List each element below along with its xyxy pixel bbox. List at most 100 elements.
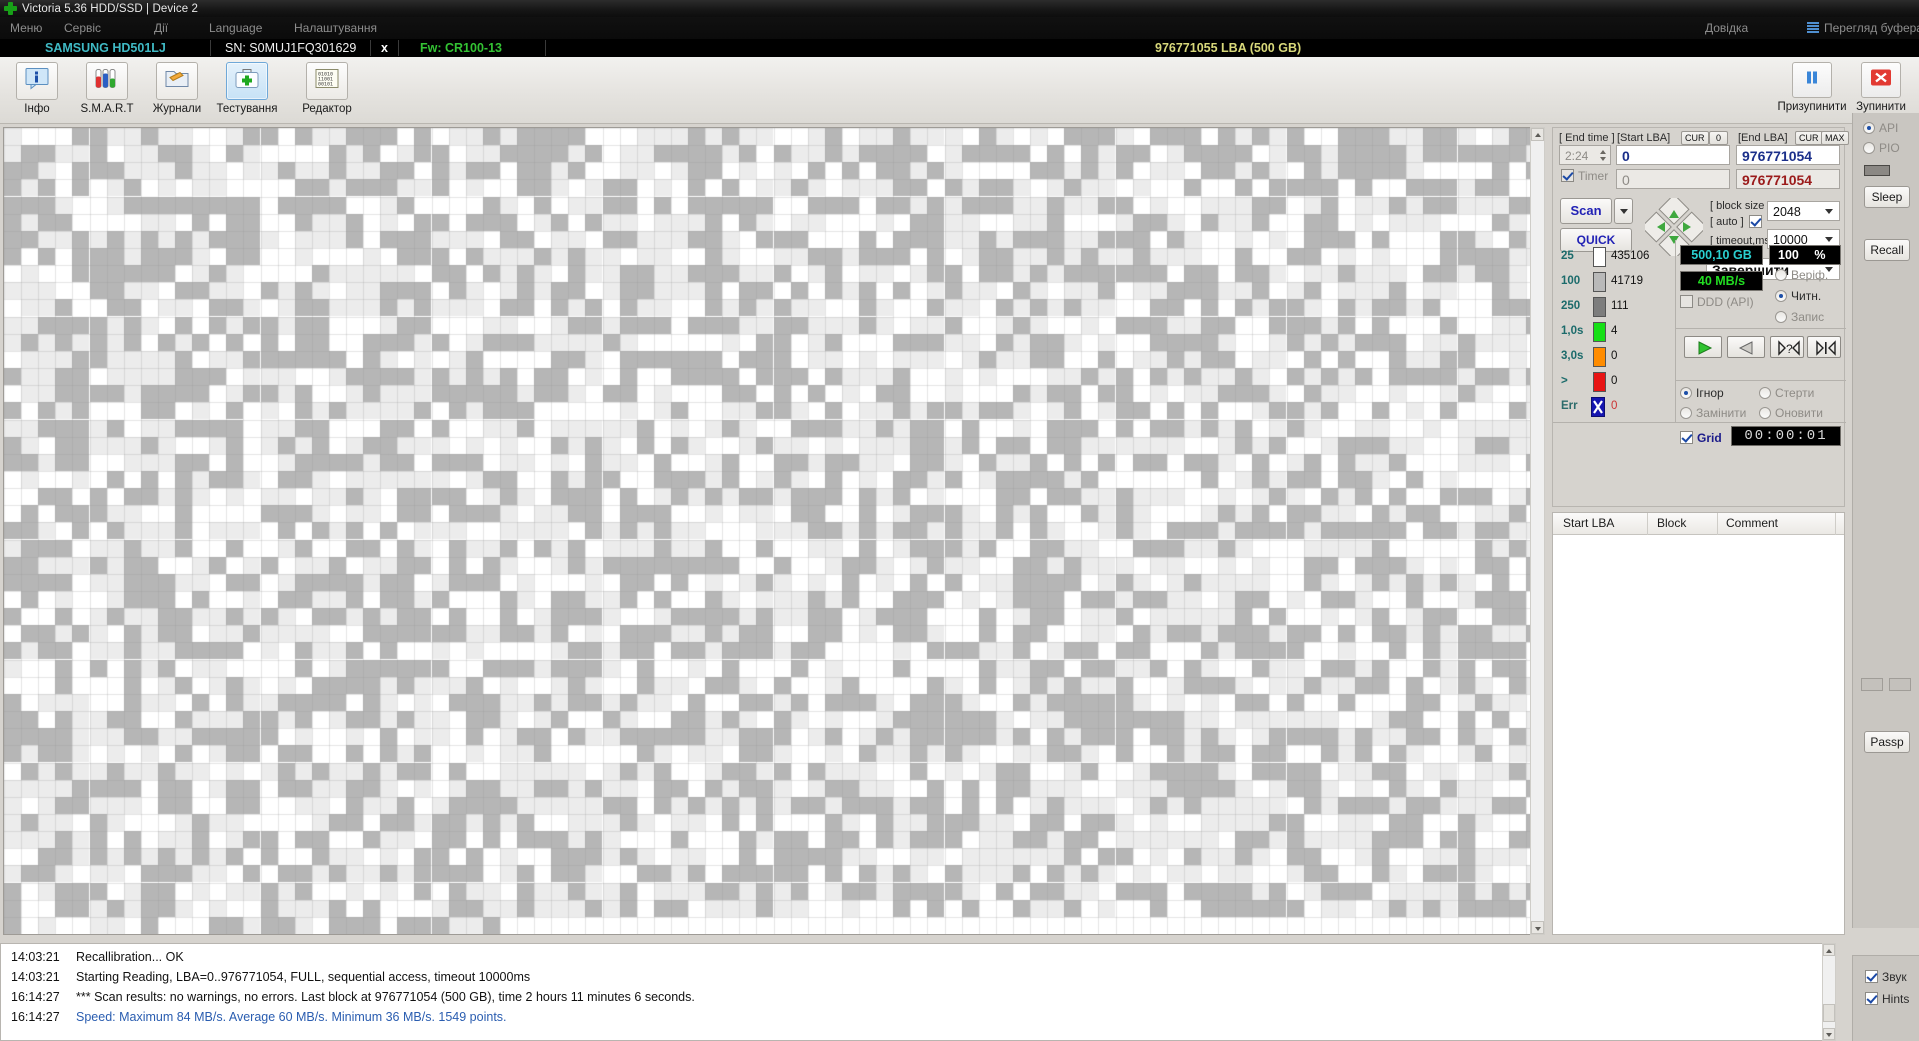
defect-radio-remap[interactable]: Замінити	[1680, 406, 1746, 421]
mode-label-write: Запис	[1791, 310, 1825, 324]
interface-radio-api[interactable]: API	[1863, 121, 1898, 136]
toolbar-button-smart[interactable]: S.M.A.R.T	[70, 62, 144, 115]
legend-row: 100 41719	[1561, 270, 1671, 295]
column-header-comment[interactable]: Comment	[1726, 516, 1778, 530]
ddd-api-checkbox[interactable]: DDD (API)	[1680, 295, 1754, 309]
grid-checkbox[interactable]: Grid	[1680, 431, 1722, 445]
hex-editor-icon: 01010 11001 00101	[314, 68, 340, 95]
hints-checkbox[interactable]: Hints	[1865, 992, 1909, 1006]
legend-threshold: 3,0s	[1561, 350, 1584, 362]
start-lba-cur-button[interactable]: CUR	[1681, 131, 1709, 145]
start-lba-zero-button[interactable]: 0	[1709, 131, 1729, 145]
log-panel[interactable]: 14:03:21 Recallibration... OK 14:03:21 S…	[0, 943, 1836, 1041]
menu-item-language[interactable]: Language	[205, 20, 266, 36]
defect-radio-erase[interactable]: Стерти	[1759, 386, 1814, 401]
menu-item-buffer-view[interactable]: Перегляд буфера	[1807, 20, 1919, 36]
defect-radio-ignore[interactable]: Ігнор	[1680, 386, 1724, 401]
scroll-down-icon[interactable]	[1823, 1028, 1835, 1040]
defect-radio-refresh[interactable]: Оновити	[1759, 406, 1823, 421]
sleep-button[interactable]: Sleep	[1864, 186, 1910, 208]
toolbar-button-editor[interactable]: 01010 11001 00101 Редактор	[290, 62, 364, 115]
block-size-select[interactable]: 2048	[1767, 201, 1840, 221]
victoria-app-window: Victoria 5.36 HDD/SSD | Device 2 Меню Се…	[0, 0, 1919, 1041]
toolbar-button-logs[interactable]: Журнали	[140, 62, 214, 115]
end-time-value: 2:24	[1565, 149, 1589, 163]
legend-row: 25 435106	[1561, 245, 1671, 270]
toolbar-button-stop[interactable]: Зупинити	[1841, 62, 1919, 113]
menu-item-help[interactable]: Довідка	[1705, 20, 1748, 36]
legend-threshold: Err	[1561, 400, 1578, 412]
mode-radio-read[interactable]: Читн.	[1775, 289, 1821, 304]
unlabeled-button-right[interactable]	[1889, 678, 1911, 691]
toolbar-label-pause: Призупинити	[1777, 101, 1847, 113]
mode-radio-verify[interactable]: Веріф.	[1775, 268, 1828, 283]
radio-dot	[1775, 269, 1787, 281]
end-lba-cur-button[interactable]: CUR	[1795, 131, 1823, 145]
hints-label: Hints	[1882, 992, 1910, 1006]
timer-value-field: 0	[1616, 169, 1730, 189]
legend-count: 4	[1611, 325, 1618, 337]
legend-count: 0	[1611, 350, 1618, 362]
log-time: 16:14:27	[11, 990, 60, 1004]
menu-item-actions[interactable]: Дії	[150, 20, 172, 36]
menu-item-settings[interactable]: Налаштування	[290, 20, 381, 36]
end-lba-max-button[interactable]: MAX	[1821, 131, 1849, 145]
toolbar-label-smart: S.M.A.R.T	[80, 103, 134, 115]
play-forward-button[interactable]	[1684, 336, 1722, 358]
scroll-down-icon[interactable]	[1531, 921, 1544, 934]
scan-button[interactable]: Scan	[1560, 198, 1612, 224]
passp-button[interactable]: Passp	[1864, 731, 1910, 753]
legend-row: 1,0s 4	[1561, 320, 1671, 345]
pio-label: PIO	[1879, 141, 1900, 155]
end-time-field[interactable]: 2:24	[1559, 145, 1611, 165]
legend-row: Err 0	[1561, 395, 1671, 420]
start-lba-input[interactable]: 0	[1616, 145, 1730, 165]
radio-dot	[1775, 311, 1787, 323]
scroll-thumb[interactable]	[1823, 1004, 1835, 1022]
device-x-mark[interactable]: x	[381, 39, 388, 57]
legend-swatch	[1593, 297, 1606, 317]
scan-dropdown-button[interactable]	[1614, 198, 1633, 224]
defect-table[interactable]: Start LBA Block Comment	[1552, 512, 1845, 935]
seek-question-button[interactable]: ?	[1770, 336, 1804, 358]
scroll-up-icon[interactable]	[1823, 944, 1835, 956]
legend-count: 0	[1611, 400, 1618, 412]
recall-button[interactable]: Recall	[1864, 239, 1910, 261]
legend-swatch-error	[1591, 397, 1605, 417]
checkbox-box	[1680, 295, 1693, 308]
buffer-list-icon	[1807, 22, 1819, 33]
legend-swatch	[1593, 322, 1606, 342]
status-indicator	[1864, 165, 1890, 176]
toolbar-label-editor: Редактор	[302, 103, 352, 115]
scan-map-scrollbar[interactable]	[1530, 127, 1545, 935]
legend-swatch	[1593, 372, 1606, 392]
column-header-start-lba[interactable]: Start LBA	[1563, 516, 1614, 530]
end-lba-input[interactable]: 976771054	[1736, 145, 1840, 165]
menu-item-service[interactable]: Сервіс	[60, 20, 105, 36]
checkbox-box	[1749, 215, 1762, 228]
toolbar-button-pause[interactable]: Призупинити	[1772, 62, 1852, 113]
log-scrollbar[interactable]	[1822, 943, 1836, 1041]
spinner-down-icon[interactable]	[1599, 155, 1608, 162]
seek-end-button[interactable]	[1807, 336, 1841, 358]
column-header-block[interactable]: Block	[1657, 516, 1686, 530]
sound-checkbox[interactable]: Звук	[1865, 970, 1907, 984]
log-line: 16:14:27 Speed: Maximum 84 MB/s. Average…	[1, 1008, 1835, 1028]
play-reverse-icon	[1738, 341, 1753, 355]
toolbar-button-info[interactable]: Інфо	[0, 62, 74, 115]
scan-map[interactable]	[3, 127, 1544, 935]
toolbar-button-testing[interactable]: Тестування	[210, 62, 284, 115]
menu-item-menu[interactable]: Меню	[6, 20, 46, 36]
interface-radio-pio[interactable]: PIO	[1863, 141, 1900, 156]
unlabeled-button-left[interactable]	[1861, 678, 1883, 691]
scan-control-panel: [ End time ] [Start LBA] CUR 0 [End LBA]…	[1552, 127, 1849, 507]
scroll-up-icon[interactable]	[1531, 128, 1544, 141]
log-time: 14:03:21	[11, 970, 60, 984]
main-toolbar: Інфо S.M.A.R.T Журнали Тестування 01010 …	[0, 57, 1919, 124]
play-reverse-button[interactable]	[1727, 336, 1765, 358]
checkbox-box	[1865, 992, 1878, 1005]
mode-radio-write[interactable]: Запис	[1775, 310, 1824, 325]
timer-checkbox[interactable]: Timer	[1561, 169, 1608, 183]
spinner-up-icon[interactable]	[1599, 148, 1608, 155]
first-aid-kit-icon	[234, 68, 260, 95]
